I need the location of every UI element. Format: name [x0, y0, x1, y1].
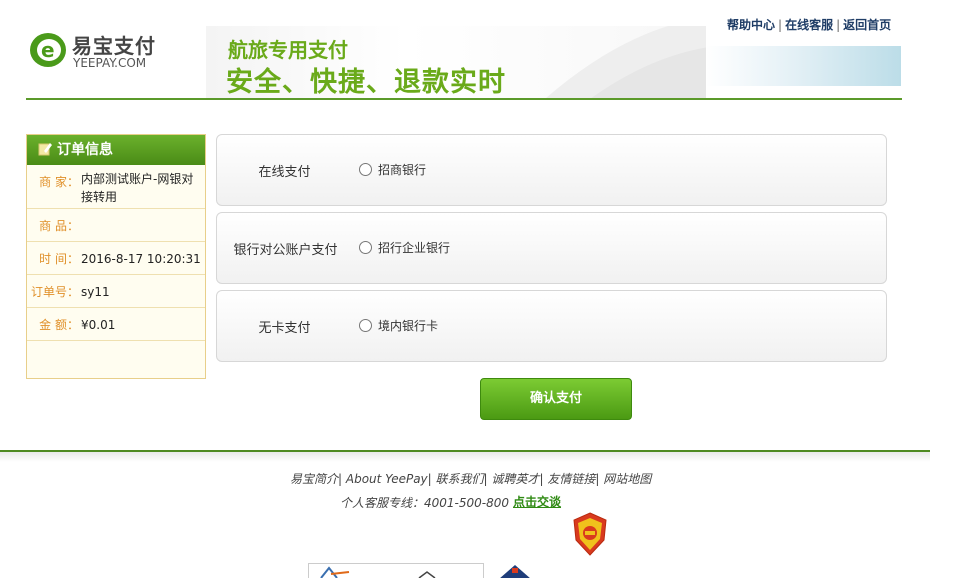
- footer-link-about-cn[interactable]: 易宝简介: [290, 472, 338, 486]
- payment-title-corporate: 银行对公账户支付: [233, 243, 338, 258]
- separator: |: [595, 472, 600, 486]
- header-banner: 航旅专用支付 安全、快捷、退款实时: [206, 26, 706, 98]
- radio-button[interactable]: [359, 163, 372, 176]
- logo-text-en: YEEPAY.COM: [73, 56, 147, 70]
- payment-title-online: 在线支付: [258, 165, 311, 180]
- separator: |: [778, 18, 783, 32]
- order-row-order-number: 订单号： sy11: [27, 275, 205, 308]
- amount-value: ¥0.01: [81, 318, 116, 332]
- banner-swoosh: [546, 26, 706, 98]
- option-label: 招商银行: [378, 163, 427, 177]
- product-label: 商 品：: [39, 219, 79, 233]
- order-row-time: 时 间： 2016-8-17 10:20:31: [27, 242, 205, 275]
- order-row-merchant: 商 家： 内部测试账户-网银对接转用: [27, 165, 205, 209]
- time-label: 时 间：: [39, 252, 79, 266]
- order-row-product: 商 品：: [27, 209, 205, 242]
- logo-text-cn: 易宝支付: [72, 34, 156, 58]
- merchant-label: 商 家：: [39, 175, 79, 189]
- click-to-chat-link[interactable]: 点击交谈: [513, 493, 561, 510]
- option-cmb[interactable]: 招商银行: [359, 161, 426, 178]
- footer-link-careers[interactable]: 诚聘英才: [491, 472, 539, 486]
- order-info-title: 订单信息: [57, 142, 113, 158]
- header-divider: [26, 98, 902, 100]
- footer-link-contact[interactable]: 联系我们: [436, 472, 484, 486]
- online-service-link[interactable]: 在线客服: [785, 18, 833, 32]
- order-info-header: 订单信息: [27, 135, 205, 165]
- payment-panel-corporate: 银行对公账户支付 招行企业银行: [216, 212, 887, 284]
- order-row-amount: 金 额： ¥0.01: [27, 308, 205, 341]
- footer-links: 易宝简介| About YeePay| 联系我们| 诚聘英才| 友情链接| 网站…: [290, 470, 651, 487]
- payment-title-cardless: 无卡支付: [258, 321, 311, 336]
- svg-text:e: e: [41, 38, 55, 62]
- header-decoration: [706, 46, 901, 86]
- footer-shadow: [0, 452, 930, 462]
- order-number-label: 订单号：: [30, 285, 79, 299]
- confirm-payment-button[interactable]: 确认支付: [480, 378, 632, 420]
- payment-panel-cardless: 无卡支付 境内银行卡: [216, 290, 887, 362]
- separator: |: [539, 472, 544, 486]
- option-domestic-card[interactable]: 境内银行卡: [359, 317, 438, 334]
- separator: |: [483, 472, 488, 486]
- separator: |: [338, 472, 343, 486]
- footer-link-about-en[interactable]: About YeePay: [346, 472, 428, 486]
- option-label: 境内银行卡: [378, 319, 439, 333]
- order-number-value: sy11: [81, 285, 110, 299]
- help-center-link[interactable]: 帮助中心: [727, 18, 775, 32]
- certification-badge[interactable]: [308, 563, 484, 578]
- certification-logo-icon: [320, 566, 436, 578]
- security-seal-icon[interactable]: [495, 563, 535, 578]
- merchant-value: 内部测试账户-网银对接转用: [81, 172, 194, 204]
- radio-button[interactable]: [359, 241, 372, 254]
- footer-link-sitemap[interactable]: 网站地图: [603, 472, 651, 486]
- separator: |: [427, 472, 432, 486]
- back-home-link[interactable]: 返回首页: [843, 18, 891, 32]
- order-info-panel: 订单信息 商 家： 内部测试账户-网银对接转用 商 品： 时 间： 2016-8…: [26, 134, 206, 379]
- banner-title: 航旅专用支付: [228, 38, 348, 62]
- pencil-icon: [38, 143, 52, 156]
- time-value: 2016-8-17 10:20:31: [81, 252, 201, 266]
- radio-button[interactable]: [359, 319, 372, 332]
- option-label: 招行企业银行: [378, 241, 451, 255]
- separator: |: [836, 18, 841, 32]
- option-cmb-enterprise[interactable]: 招行企业银行: [359, 239, 450, 256]
- top-links: 帮助中心 | 在线客服 | 返回首页: [727, 16, 891, 33]
- police-badge-icon[interactable]: [571, 512, 609, 556]
- amount-label: 金 额：: [39, 318, 79, 332]
- yeepay-logo-icon: e: [30, 33, 66, 67]
- customer-hotline: 个人客服专线：4001-500-800: [340, 496, 510, 510]
- footer-link-friends[interactable]: 友情链接: [547, 472, 595, 486]
- banner-slogan: 安全、快捷、退款实时: [226, 67, 506, 98]
- yeepay-logo[interactable]: e 易宝支付 YEEPAY.COM: [28, 28, 168, 74]
- payment-panel-online: 在线支付 招商银行: [216, 134, 887, 206]
